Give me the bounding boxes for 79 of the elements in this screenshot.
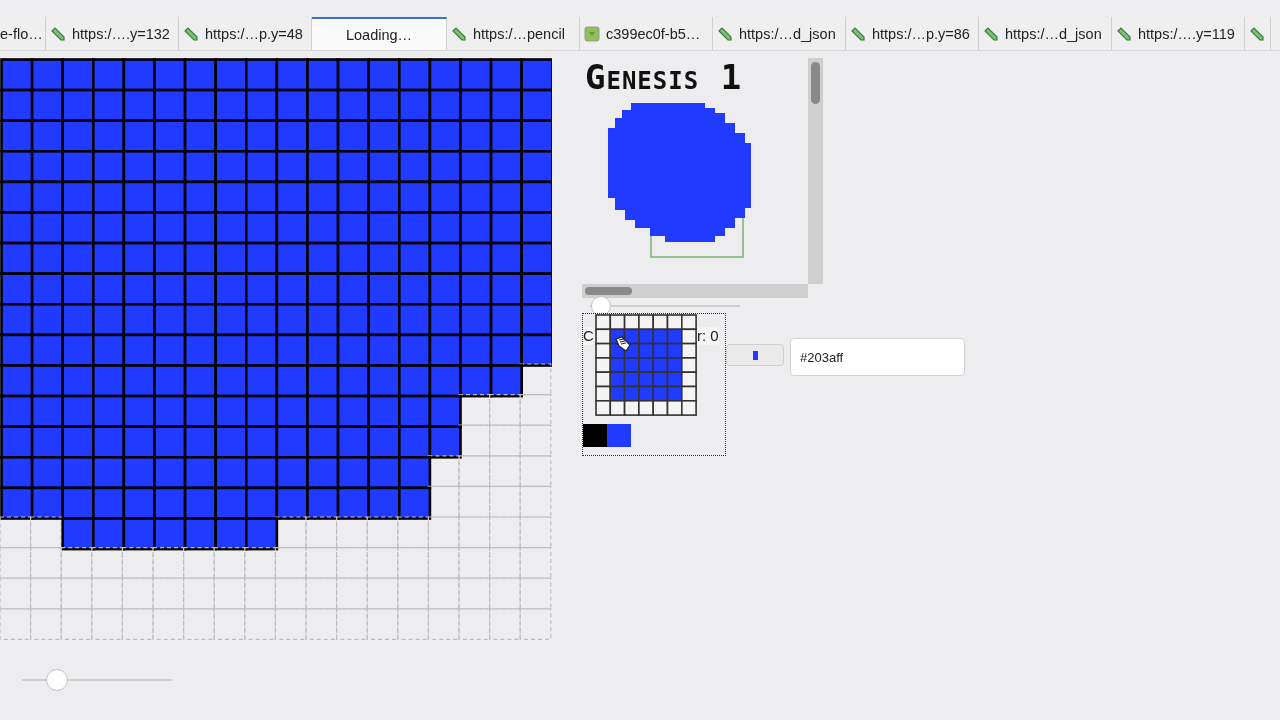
pixel[interactable] — [244, 547, 276, 579]
browser-tab[interactable]: https:/…d_json — [713, 17, 846, 50]
pixel[interactable] — [681, 314, 697, 331]
pixel[interactable] — [489, 394, 521, 426]
color-button[interactable] — [726, 344, 784, 366]
pixel[interactable] — [336, 516, 368, 549]
pixel[interactable] — [397, 516, 429, 549]
browser-tab[interactable]: https:/…d_json — [979, 17, 1112, 50]
pencil-icon — [451, 25, 467, 42]
pixel[interactable] — [666, 400, 683, 416]
pixel[interactable] — [595, 385, 612, 402]
pixel[interactable] — [681, 342, 697, 359]
pixel[interactable] — [666, 314, 683, 331]
pixel[interactable] — [274, 516, 307, 549]
pixel[interactable] — [595, 328, 612, 345]
pixel[interactable] — [91, 547, 123, 579]
pixel[interactable] — [213, 547, 246, 579]
pixel[interactable] — [609, 400, 626, 416]
color-swatch[interactable] — [583, 424, 607, 447]
browser-tab[interactable]: c399ec0f-b5… — [580, 17, 713, 50]
pencil-icon — [1249, 25, 1265, 42]
overlay-text: r: 0 — [697, 327, 719, 345]
pixel[interactable] — [122, 517, 156, 551]
pixel[interactable] — [623, 400, 640, 416]
zoom-slider[interactable] — [22, 669, 172, 691]
pixel[interactable] — [681, 328, 697, 345]
pixel[interactable] — [652, 400, 669, 416]
image-icon — [584, 25, 600, 42]
vertical-scrollbar[interactable] — [808, 58, 823, 284]
horizontal-scrollbar[interactable] — [582, 284, 808, 298]
pixel[interactable] — [245, 517, 279, 551]
pixel[interactable] — [681, 385, 697, 402]
browser-tab[interactable]: https:/…pencil — [447, 17, 580, 50]
pencil-icon — [183, 25, 199, 42]
pixel[interactable] — [152, 547, 185, 579]
pencil-icon — [717, 25, 733, 42]
pixel[interactable] — [30, 516, 62, 549]
pixel[interactable] — [183, 517, 217, 551]
pixel[interactable] — [623, 328, 640, 345]
preview-title: Genesis 1 — [585, 58, 744, 96]
color-input-field[interactable]: #203aff — [790, 338, 965, 376]
browser-tab[interactable]: https:/…p.y=86 — [846, 17, 979, 50]
pixel[interactable] — [595, 342, 612, 359]
browser-tab[interactable]: https:/….y=132 — [46, 17, 179, 50]
pixel[interactable] — [595, 314, 612, 331]
hand-cursor-icon — [613, 334, 633, 354]
pixel[interactable] — [60, 547, 93, 579]
pixel[interactable] — [623, 314, 640, 331]
pixel[interactable] — [681, 371, 697, 388]
pencil-icon — [983, 25, 999, 42]
pixel[interactable] — [305, 516, 338, 549]
pixel[interactable] — [398, 486, 432, 520]
browser-tab[interactable]: e-flo… — [0, 17, 46, 50]
color-swatch[interactable] — [607, 424, 631, 447]
slider-thumb[interactable] — [45, 669, 68, 691]
color-bar-icon — [752, 350, 758, 360]
pixel[interactable] — [595, 400, 612, 416]
pixel[interactable] — [595, 371, 612, 388]
pixel[interactable] — [519, 363, 552, 396]
pixel[interactable] — [609, 314, 626, 331]
pixel[interactable] — [366, 516, 399, 549]
browser-tab[interactable]: Loading… — [312, 17, 447, 50]
pixel[interactable] — [153, 517, 187, 551]
overlay-text: C — [583, 327, 594, 345]
pixel[interactable] — [681, 400, 697, 416]
pixel[interactable] — [61, 517, 95, 551]
pixel[interactable] — [0, 516, 32, 549]
pencil-icon — [850, 25, 866, 42]
pencil-icon — [1116, 25, 1132, 42]
pixel[interactable] — [489, 364, 523, 398]
pixel[interactable] — [183, 547, 215, 579]
pixel[interactable] — [652, 314, 669, 331]
pixel[interactable] — [214, 517, 248, 551]
pixel[interactable] — [459, 364, 493, 398]
browser-tab[interactable]: https:/….y=119 — [1112, 17, 1245, 50]
pencil-icon — [50, 25, 66, 42]
pixel[interactable] — [398, 456, 432, 490]
pixel[interactable] — [121, 547, 154, 579]
pixel[interactable] — [92, 517, 126, 551]
